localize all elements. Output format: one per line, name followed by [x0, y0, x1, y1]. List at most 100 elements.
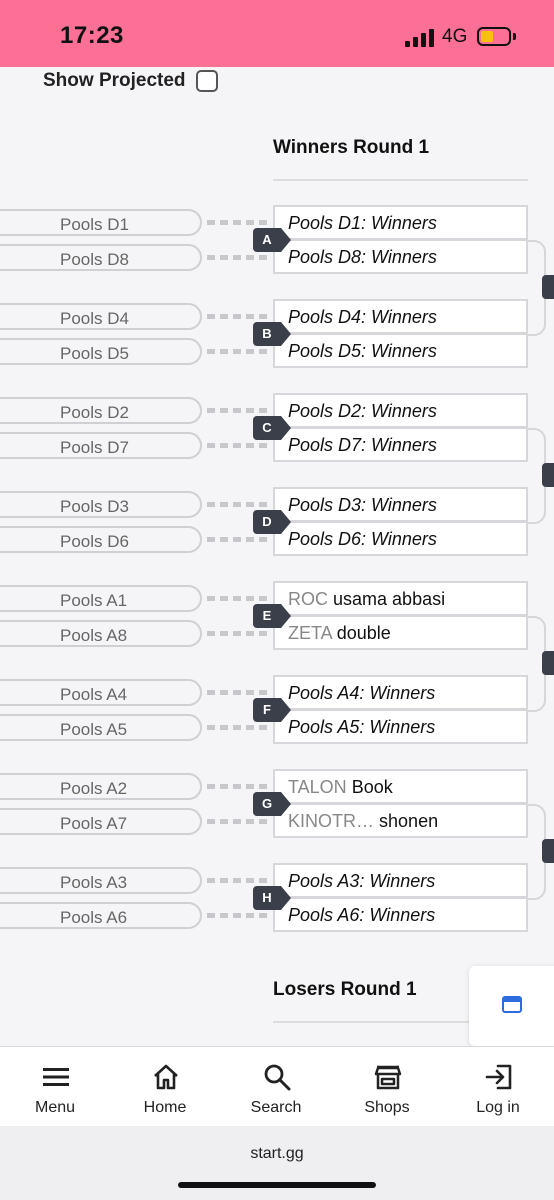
entrant-pill[interactable]: Pools D2 — [0, 397, 202, 424]
match-slot-bottom[interactable]: KINOTR… shonen — [273, 803, 528, 838]
connector-dash — [207, 220, 271, 225]
nav-search[interactable]: Search — [226, 1047, 326, 1127]
match-slot-bottom[interactable]: Pools D6: Winners — [273, 521, 528, 556]
slot-text: Pools D7: Winners — [288, 435, 437, 456]
match-card[interactable]: TALON Book KINOTR… shonen — [273, 769, 528, 839]
entrant-label: Pools A8 — [60, 626, 128, 645]
match-slot-top[interactable]: Pools D2: Winners — [273, 393, 528, 428]
slot-text: ROC usama abbasi — [288, 589, 445, 610]
nav-shops[interactable]: Shops — [337, 1047, 437, 1127]
menu-icon — [43, 1068, 69, 1086]
player-name: usama abbasi — [333, 589, 446, 609]
entrant-pill[interactable]: Pools A8 — [0, 620, 202, 647]
signal-icon — [405, 29, 435, 47]
player-name: double — [336, 623, 391, 643]
show-projected-toggle[interactable]: Show Projected — [43, 69, 186, 93]
floating-panel-button[interactable] — [469, 966, 554, 1046]
entrant-pill[interactable]: Pools D4 — [0, 303, 202, 330]
match-card[interactable]: Pools A3: Winners Pools A6: Winners — [273, 863, 528, 933]
nav-label: Menu — [34, 1099, 76, 1116]
bottom-nav: Menu Home Search Shops Log in — [0, 1046, 554, 1126]
entrant-pill[interactable]: Pools D1 — [0, 209, 202, 236]
nav-home[interactable]: Home — [115, 1047, 215, 1127]
match-card[interactable]: Pools D3: Winners Pools D6: Winners — [273, 487, 528, 557]
entrant-pill[interactable]: Pools D3 — [0, 491, 202, 518]
entrant-pill[interactable]: Pools D5 — [0, 338, 202, 365]
player-name: Pools D5: Winners — [288, 341, 437, 361]
home-indicator[interactable] — [178, 1182, 376, 1188]
window-icon — [502, 996, 522, 1013]
match-id-badge: H — [253, 886, 291, 910]
match-card[interactable]: Pools D1: Winners Pools D8: Winners — [273, 205, 528, 275]
match-id-badge: F — [253, 698, 291, 722]
player-name: shonen — [379, 811, 439, 831]
show-projected-label: Show Projected — [43, 70, 186, 91]
entrant-pill[interactable]: Pools D7 — [0, 432, 202, 459]
nav-login[interactable]: Log in — [448, 1047, 548, 1127]
nav-menu[interactable]: Menu — [5, 1047, 105, 1127]
entrant-label: Pools D6 — [60, 532, 129, 551]
match-slot-top[interactable]: TALON Book — [273, 769, 528, 804]
show-projected-checkbox[interactable] — [196, 70, 218, 92]
entrant-pill[interactable]: Pools A2 — [0, 773, 202, 800]
connector-dash — [207, 537, 271, 542]
entrant-label: Pools A2 — [60, 779, 128, 798]
entrant-pill[interactable]: Pools A4 — [0, 679, 202, 706]
winners-round-title: Winners Round 1 — [273, 137, 430, 158]
entrant-pill[interactable]: Pools A7 — [0, 808, 202, 835]
match-slot-top[interactable]: Pools A3: Winners — [273, 863, 528, 898]
match-slot-bottom[interactable]: Pools D7: Winners — [273, 427, 528, 462]
entrant-pill[interactable]: Pools D6 — [0, 526, 202, 553]
entrant-pill[interactable]: Pools A3 — [0, 867, 202, 894]
match-card[interactable]: Pools D2: Winners Pools D7: Winners — [273, 393, 528, 463]
losers-round-title: Losers Round 1 — [273, 979, 417, 1000]
match-card[interactable]: Pools A4: Winners Pools A5: Winners — [273, 675, 528, 745]
slot-text: Pools A5: Winners — [288, 717, 435, 738]
match-slot-top[interactable]: Pools A4: Winners — [273, 675, 528, 710]
nav-label: Log in — [476, 1099, 520, 1116]
connector-dash — [207, 913, 271, 918]
entrant-pill[interactable]: Pools D8 — [0, 244, 202, 271]
slot-text: Pools D3: Winners — [288, 495, 437, 516]
match-slot-bottom[interactable]: Pools A5: Winners — [273, 709, 528, 744]
match-slot-top[interactable]: ROC usama abbasi — [273, 581, 528, 616]
entrant-pill[interactable]: Pools A1 — [0, 585, 202, 612]
player-name: Pools A3: Winners — [288, 871, 436, 891]
slot-text: Pools D6: Winners — [288, 529, 437, 550]
slot-text: Pools D2: Winners — [288, 401, 437, 422]
match-id-badge: A — [253, 228, 291, 252]
entrant-label: Pools D5 — [60, 344, 129, 363]
browser-url-bar[interactable]: start.gg — [0, 1126, 554, 1200]
entrant-pill[interactable]: Pools A6 — [0, 902, 202, 929]
slot-text: Pools D8: Winners — [288, 247, 437, 268]
connector-dash — [207, 314, 271, 319]
match-card[interactable]: Pools D4: Winners Pools D5: Winners — [273, 299, 528, 369]
network-type: 4G — [442, 26, 468, 47]
sponsor-tag: TALON — [288, 777, 347, 797]
slot-text: Pools A4: Winners — [288, 683, 435, 704]
sponsor-tag: ROC — [288, 589, 328, 609]
next-match-badge[interactable] — [542, 275, 554, 299]
next-match-badge[interactable] — [542, 463, 554, 487]
match-id-badge: E — [253, 604, 291, 628]
match-slot-bottom[interactable]: Pools D5: Winners — [273, 333, 528, 368]
match-slot-bottom[interactable]: Pools D8: Winners — [273, 239, 528, 274]
player-name: Pools A5: Winners — [288, 717, 436, 737]
slot-text: Pools D4: Winners — [288, 307, 437, 328]
player-name: Pools D2: Winners — [288, 401, 437, 421]
next-match-badge[interactable] — [542, 651, 554, 675]
search-icon — [264, 1064, 291, 1091]
connector-dash — [207, 819, 271, 824]
next-match-badge[interactable] — [542, 839, 554, 863]
match-card[interactable]: ROC usama abbasi ZETA double — [273, 581, 528, 651]
match-slot-top[interactable]: Pools D1: Winners — [273, 205, 528, 240]
match-slot-bottom[interactable]: Pools A6: Winners — [273, 897, 528, 932]
match-slot-top[interactable]: Pools D4: Winners — [273, 299, 528, 334]
match-slot-top[interactable]: Pools D3: Winners — [273, 487, 528, 522]
entrant-label: Pools A3 — [60, 873, 128, 892]
status-bar: 17:23 4G — [0, 0, 554, 67]
slot-text: KINOTR… shonen — [288, 811, 438, 832]
entrant-pill[interactable]: Pools A5 — [0, 714, 202, 741]
match-slot-bottom[interactable]: ZETA double — [273, 615, 528, 650]
player-name: Book — [351, 777, 393, 797]
